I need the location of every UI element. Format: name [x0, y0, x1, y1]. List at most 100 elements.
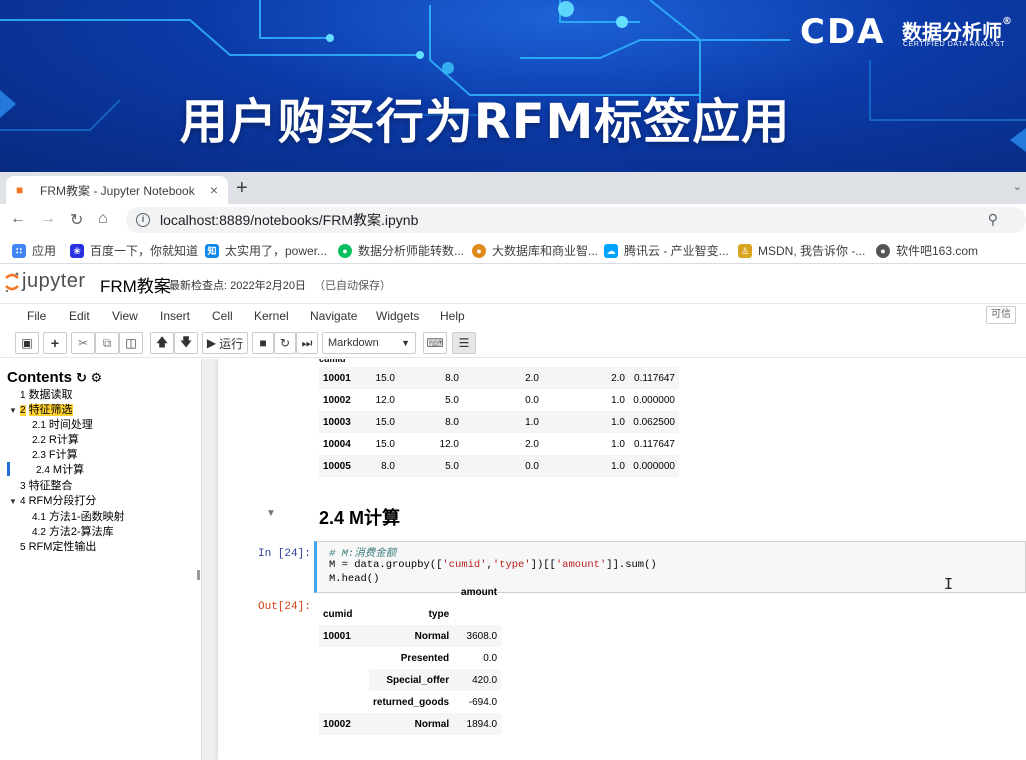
bookmark-software163[interactable]: ● 软件吧163.com	[876, 242, 978, 259]
table-row: returned_goods -694.0	[319, 691, 501, 713]
table-row: 10005 8.0 5.0 0.0 1.0 0.000000	[319, 455, 679, 477]
toc-item[interactable]: 2 特征筛选	[20, 403, 73, 418]
table-row: 10001 Normal 3608.0	[319, 625, 502, 647]
menu-file[interactable]: File	[27, 309, 46, 323]
menu-edit[interactable]: Edit	[69, 309, 90, 323]
menu-navigate[interactable]: Navigate	[310, 309, 357, 323]
menu-widgets[interactable]: Widgets	[376, 309, 419, 323]
zoom-magnifier-icon[interactable]: ⚲	[988, 211, 998, 228]
tab-close-icon[interactable]: ×	[210, 182, 218, 198]
home-icon[interactable]: ⌂	[98, 210, 108, 228]
toc-item[interactable]: 2.3 F计算	[32, 448, 78, 463]
gear-icon[interactable]: ⚙	[91, 370, 103, 385]
bookmark-apps[interactable]: ∷ 应用	[12, 242, 56, 259]
url-omnibox[interactable]: i localhost:8889/notebooks/FRM教案.ipynb ⚲	[126, 207, 1026, 233]
toc-current-marker	[7, 462, 10, 476]
menu-kernel[interactable]: Kernel	[254, 309, 289, 323]
restart-button[interactable]: ↻	[274, 332, 296, 354]
address-bar: ← → ↻ ⌂ i localhost:8889/notebooks/FRM教案…	[0, 204, 1026, 236]
table-header-row: amount	[461, 586, 498, 598]
save-button[interactable]: ▣	[15, 332, 39, 354]
tab-search-chevron-icon[interactable]: ⌄	[1013, 180, 1022, 193]
list-icon: ☰	[458, 336, 470, 350]
bookmark-tencent-cloud[interactable]: ☁ 腾讯云 - 产业智变...	[604, 242, 729, 259]
cell-type-select[interactable]: Markdown ▼	[322, 332, 416, 354]
back-arrow-icon[interactable]: ←	[10, 210, 26, 228]
toc-item[interactable]: 2.4 M计算	[36, 463, 84, 478]
clipboard-icon: ◫	[125, 336, 137, 350]
tencent-cloud-icon: ☁	[604, 243, 618, 258]
bookmark-bigdata[interactable]: ● 大数据库和商业智...	[472, 242, 598, 259]
menu-cell[interactable]: Cell	[212, 309, 233, 323]
move-up-button[interactable]: 🡅	[150, 332, 174, 354]
toc-item[interactable]: 4.2 方法2-算法库	[32, 525, 114, 540]
jupyter-favicon-icon: ■	[16, 183, 24, 197]
menu-insert[interactable]: Insert	[160, 309, 190, 323]
cut-button[interactable]: ✂	[71, 332, 95, 354]
toc-item[interactable]: 4.1 方法1-函数映射	[32, 510, 125, 525]
table-row: Special_offer 420.0	[319, 669, 502, 691]
arrow-up-icon: 🡅	[155, 334, 169, 349]
rf-dataframe-table: 10001 15.0 8.0 2.0 2.0 0.117647 10002 12…	[319, 367, 679, 477]
paste-button[interactable]: ◫	[119, 332, 143, 354]
bookmark-zhihu[interactable]: 知 太实用了，power...	[205, 242, 327, 259]
trusted-indicator[interactable]: 可信	[986, 306, 1016, 324]
autosave-status: （已自动保存）	[314, 280, 391, 292]
tab-strip: ■ FRM教案 - Jupyter Notebook × + ⌄	[0, 172, 1026, 204]
zhihu-icon: 知	[205, 243, 219, 258]
jupyter-header: jupyter FRM教案 最新检查点: 2022年2月20日 （已自动保存）	[0, 264, 1026, 302]
table-row: 10004 15.0 12.0 2.0 1.0 0.117647	[323, 438, 675, 450]
toc-collapse-caret-icon[interactable]: ▼	[9, 497, 17, 506]
menu-view[interactable]: View	[112, 309, 138, 323]
code-line: # M:消费金额	[329, 548, 397, 560]
new-tab-button[interactable]: +	[236, 177, 248, 200]
bookmark-msdn[interactable]: ♙ MSDN, 我告诉你 -...	[738, 242, 865, 259]
restart-run-all-button[interactable]: ⏭	[296, 332, 318, 354]
jupyter-logo[interactable]: jupyter	[4, 270, 86, 293]
url-text[interactable]: localhost:8889/notebooks/FRM教案.ipynb	[160, 210, 418, 230]
tab-jupyter-notebook[interactable]: ■ FRM教案 - Jupyter Notebook ×	[6, 176, 228, 204]
run-button[interactable]: ▶ 运行	[202, 332, 248, 354]
forward-arrow-icon[interactable]: →	[40, 210, 56, 228]
site-globe-icon: ●	[876, 243, 890, 258]
reload-icon[interactable]: ↻	[70, 210, 83, 230]
bookmark-wechat-article[interactable]: ● 数据分析师能转数...	[338, 242, 464, 259]
video-title: 用户购买行为RFM标签应用	[179, 94, 791, 150]
dataframe-index-name: cumid	[319, 359, 346, 364]
move-down-button[interactable]: 🡇	[174, 332, 198, 354]
command-palette-button[interactable]: ⌨	[423, 332, 447, 354]
toc-collapse-caret-icon[interactable]: ▼	[9, 406, 17, 415]
interrupt-button[interactable]: ■	[252, 332, 274, 354]
cell-type-value: Markdown	[328, 337, 379, 349]
copy-button[interactable]: ⧉	[95, 332, 119, 354]
keyboard-icon: ⌨	[426, 336, 444, 350]
stop-square-icon: ■	[259, 336, 267, 350]
bookmarks-bar: ∷ 应用 ❀ 百度一下，你就知道 知 太实用了，power... ● 数据分析师…	[0, 236, 1026, 264]
wechat-icon: ●	[338, 243, 352, 258]
insert-cell-button[interactable]: +	[43, 332, 67, 354]
toc-sidebar: Contents ↻ ⚙ 1 数据读取 ▼ 2 特征筛选 2.1 时间处理 2.2 R计算…	[0, 359, 202, 760]
bookmark-baidu[interactable]: ❀ 百度一下，你就知道	[70, 242, 198, 259]
heading-collapse-caret-icon[interactable]: ▼	[266, 508, 276, 519]
toc-item[interactable]: 2.2 R计算	[32, 433, 79, 448]
table-row: 10001 15.0 8.0 2.0 2.0 0.117647	[319, 367, 679, 389]
menu-help[interactable]: Help	[440, 309, 465, 323]
globe-icon: ●	[472, 243, 486, 258]
toc-item[interactable]: 3 特征整合	[20, 479, 73, 494]
section-heading: 2.4 M计算	[319, 508, 401, 528]
tab-title: FRM教案 - Jupyter Notebook	[40, 183, 195, 198]
site-info-icon[interactable]: i	[136, 213, 150, 227]
toc-toggle-button[interactable]: ☰	[452, 332, 476, 354]
input-prompt: In [24]:	[258, 548, 311, 560]
toc-item[interactable]: 2.1 时间处理	[32, 418, 93, 433]
notebook-name[interactable]: FRM教案	[100, 272, 171, 297]
toc-item[interactable]: 5 RFM定性输出	[20, 540, 96, 555]
code-line: M = data.groupby(['cumid','type'])[['amo…	[329, 559, 657, 571]
jupyter-logo-icon	[5, 272, 19, 292]
toc-item[interactable]: 4 RFM分段打分	[20, 494, 96, 509]
toc-item[interactable]: 1 数据读取	[20, 388, 73, 403]
refresh-icon[interactable]: ↻	[76, 370, 87, 385]
table-row: 10002 Normal 1894.0	[319, 713, 502, 735]
toc-resize-handle[interactable]	[197, 570, 200, 580]
m-dataframe-table: amount cumid type 10001 Normal 3608.0 Pr…	[319, 581, 502, 735]
